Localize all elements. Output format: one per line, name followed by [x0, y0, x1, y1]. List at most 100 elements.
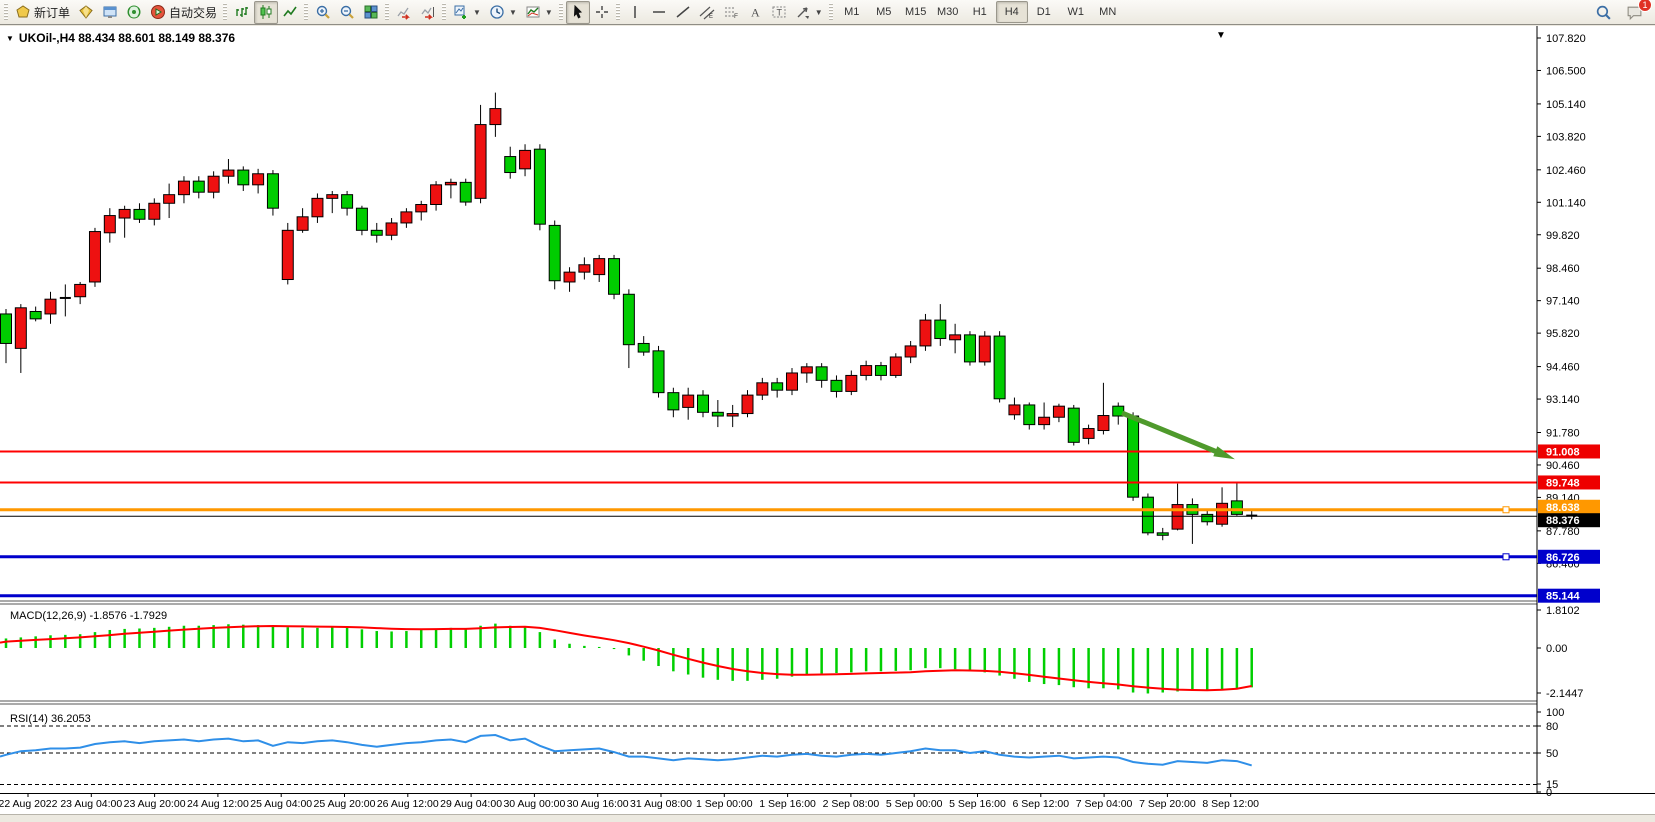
timeframe-H1[interactable]: H1: [964, 1, 996, 23]
chart-shift-button[interactable]: [416, 1, 440, 24]
candle-body: [920, 320, 931, 346]
macd-histogram-bar: [880, 648, 883, 671]
timeframe-W1[interactable]: W1: [1060, 1, 1092, 23]
price-tick-label: 105.140: [1546, 99, 1586, 111]
candle-body: [223, 170, 234, 176]
time-label: 22 Aug 2022: [0, 798, 58, 810]
bar-chart-button[interactable]: [230, 1, 254, 24]
auto-scroll-button[interactable]: [392, 1, 416, 24]
level-handle[interactable]: [1503, 554, 1509, 560]
notifications-button[interactable]: 1: [1622, 1, 1647, 24]
level-handle[interactable]: [1503, 507, 1509, 513]
horizontal-line-button[interactable]: [647, 1, 671, 24]
macd-histogram-bar: [613, 648, 616, 649]
window-bottom-edge: [0, 814, 1655, 822]
dropdown-arrow-icon[interactable]: ▼: [509, 8, 517, 17]
macd-histogram-bar: [34, 636, 37, 648]
candle-body: [431, 185, 442, 205]
candle-body: [30, 311, 41, 318]
rsi-label: RSI(14) 36.2053: [10, 713, 91, 725]
new-order-button[interactable]: 新订单: [11, 1, 74, 24]
one-click-marker: ▼: [1216, 30, 1226, 41]
chart-collapse-icon[interactable]: ▼: [6, 34, 14, 43]
candle-body: [831, 380, 842, 391]
price-tag-current: 88.376: [1546, 515, 1580, 527]
cursor-button[interactable]: [566, 1, 590, 24]
timeframe-MN[interactable]: MN: [1092, 1, 1124, 23]
crosshair-button[interactable]: [590, 1, 614, 24]
timeframe-M30[interactable]: M30: [932, 1, 964, 23]
timeframe-M5[interactable]: M5: [868, 1, 900, 23]
arrows-button[interactable]: ▼: [791, 1, 827, 24]
add-indicator-button[interactable]: ▼: [449, 1, 485, 24]
timeframe-M15[interactable]: M15: [900, 1, 932, 23]
period-clock-button[interactable]: ▼: [485, 1, 521, 24]
signal-icon[interactable]: [122, 1, 146, 24]
macd-histogram-bar: [969, 648, 972, 671]
price-tick-label: 98.460: [1546, 263, 1580, 275]
candle-body: [861, 366, 872, 376]
market-watch-icon: [102, 4, 118, 20]
macd-histogram-bar: [568, 644, 571, 648]
zoom-in-button[interactable]: [311, 1, 335, 24]
price-tick-label: 99.820: [1546, 230, 1580, 242]
price-tick-label: 87.780: [1546, 526, 1580, 538]
candle-body: [386, 223, 397, 235]
candle-body: [208, 176, 219, 192]
market-watch-icon[interactable]: [98, 1, 122, 24]
dropdown-arrow-icon[interactable]: ▼: [545, 8, 553, 17]
tile-windows-button[interactable]: [359, 1, 383, 24]
toolbar-right: 1: [1591, 1, 1655, 24]
mt4-window: 新订单 自动交易 ▼ ▼ ▼ EFAT ▼ M1M5M15M30H1H4D1W1MN 1 ▼ 22…: [0, 0, 1655, 822]
zoom-out-button[interactable]: [335, 1, 359, 24]
candle-body: [1083, 429, 1094, 439]
toolbar-group: [383, 0, 440, 25]
text-label-button[interactable]: T: [767, 1, 791, 24]
macd-histogram-bar: [242, 625, 245, 648]
timeframe-M1[interactable]: M1: [836, 1, 868, 23]
candlestick-chart-button[interactable]: [254, 1, 278, 24]
macd-histogram-bar: [1161, 648, 1164, 693]
price-tick-label: 103.820: [1546, 131, 1586, 143]
chart-canvas[interactable]: ▼22 Aug 202223 Aug 04:0023 Aug 20:0024 A…: [0, 26, 1655, 814]
equidistant-channel-button[interactable]: E: [695, 1, 719, 24]
timeframe-H4[interactable]: H4: [996, 1, 1028, 23]
gem-icon[interactable]: [74, 1, 98, 24]
macd-axis-label: 1.8102: [1546, 605, 1580, 617]
macd-histogram-bar: [346, 628, 349, 648]
candle-body: [816, 367, 827, 381]
candle-body: [1217, 503, 1228, 524]
candle-body: [104, 216, 115, 233]
dropdown-arrow-icon[interactable]: ▼: [815, 8, 823, 17]
macd-histogram-bar: [672, 648, 675, 671]
signal-icon: [126, 4, 142, 20]
trendline-button[interactable]: [671, 1, 695, 24]
timeframe-D1[interactable]: D1: [1028, 1, 1060, 23]
macd-histogram-bar: [79, 634, 82, 648]
text-button[interactable]: A: [743, 1, 767, 24]
autotrade-button[interactable]: 自动交易: [146, 1, 221, 24]
time-label: 26 Aug 12:00: [377, 798, 439, 810]
line-chart-button[interactable]: [278, 1, 302, 24]
fibonacci-button[interactable]: F: [719, 1, 743, 24]
line-chart-icon: [282, 4, 298, 20]
vertical-line-button[interactable]: [623, 1, 647, 24]
search-button[interactable]: [1591, 1, 1616, 24]
dropdown-arrow-icon[interactable]: ▼: [473, 8, 481, 17]
time-label: 5 Sep 00:00: [886, 798, 943, 810]
template-button[interactable]: ▼: [521, 1, 557, 24]
candle-body: [846, 375, 857, 391]
macd-histogram-bar: [628, 648, 631, 655]
price-tag-88638: 88.638: [1546, 502, 1580, 514]
candle-body: [772, 383, 783, 390]
rsi-axis-label: 0: [1546, 787, 1552, 799]
time-label: 1 Sep 16:00: [759, 798, 816, 810]
macd-histogram-bar: [524, 627, 527, 648]
candle-body: [75, 284, 86, 296]
price-tick-label: 97.140: [1546, 296, 1580, 308]
candle-body: [149, 203, 160, 219]
macd-histogram-bar: [539, 632, 542, 648]
price-tag-86726: 86.726: [1546, 552, 1580, 564]
candle-body: [1128, 416, 1139, 497]
svg-text:E: E: [709, 14, 713, 20]
